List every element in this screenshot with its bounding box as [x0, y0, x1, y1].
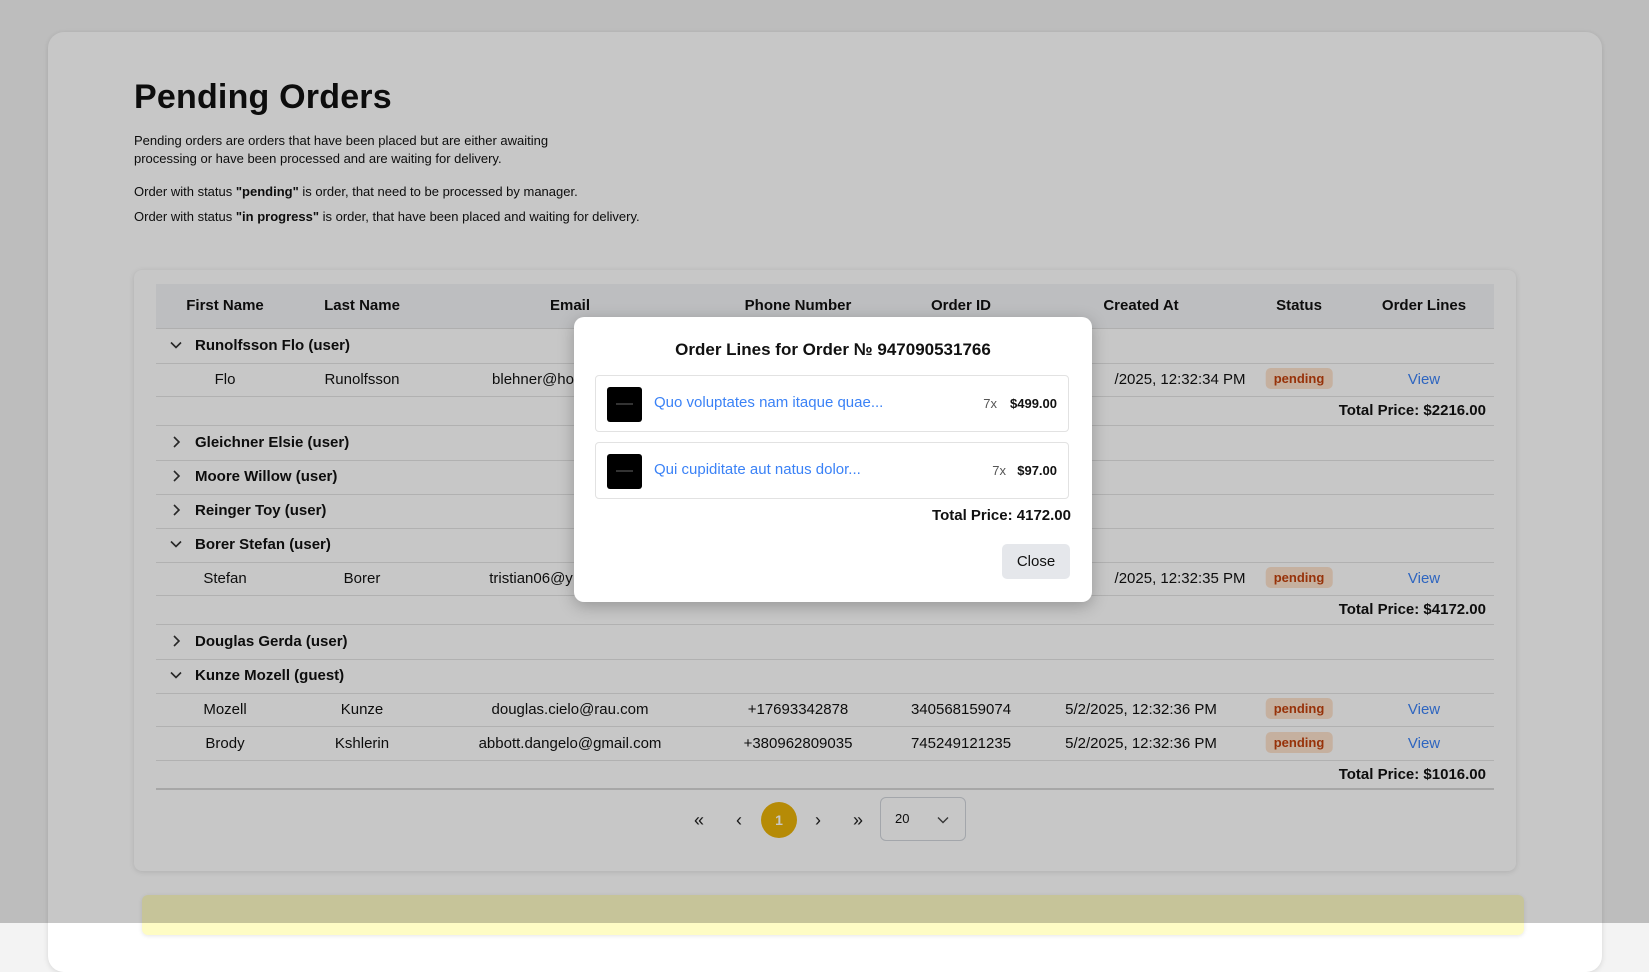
order-line-item: Quo voluptates nam itaque quae... 7x $49… [595, 375, 1069, 432]
line-quantity: 7x [992, 463, 1006, 478]
modal-total-price: Total Price: 4172.00 [932, 507, 1071, 524]
order-lines-modal: Order Lines for Order № 947090531766 Quo… [574, 317, 1092, 602]
order-line-item: Qui cupiditate aut natus dolor... 7x $97… [595, 442, 1069, 499]
close-button[interactable]: Close [1002, 544, 1070, 579]
line-price: $499.00 [1010, 396, 1057, 411]
product-thumbnail [607, 387, 642, 422]
modal-title: Order Lines for Order № 947090531766 [675, 340, 991, 359]
line-quantity: 7x [983, 396, 997, 411]
product-name-link[interactable]: Qui cupiditate aut natus dolor... [654, 461, 861, 478]
line-price: $97.00 [1017, 463, 1057, 478]
product-thumbnail [607, 454, 642, 489]
product-name-link[interactable]: Quo voluptates nam itaque quae... [654, 394, 883, 411]
